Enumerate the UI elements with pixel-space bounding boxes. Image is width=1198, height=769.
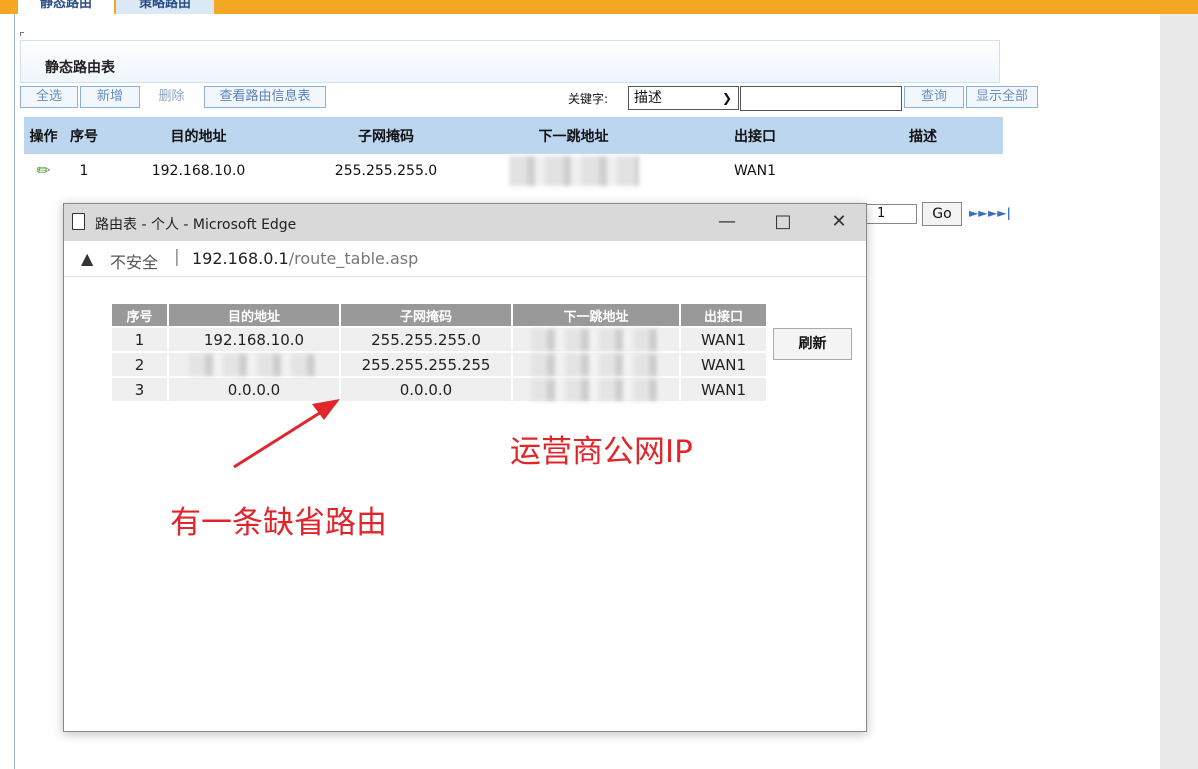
delete-button[interactable]: 删除	[143, 86, 200, 108]
next-page-icon[interactable]: ►►	[969, 206, 987, 220]
panel-title: 静态路由表	[45, 60, 115, 76]
route-table-popup-window: 路由表 - 个人 - Microsoft Edge — □ ✕ ▲ 不安全 | …	[63, 203, 867, 732]
keyword-input[interactable]	[740, 86, 902, 111]
pencil-edit-icon[interactable]: ✏	[36, 161, 50, 181]
view-route-info-button[interactable]: 查看路由信息表	[204, 86, 326, 108]
col-header-next-hop: 下一跳地址	[480, 117, 667, 154]
panel-header: 静态路由表	[20, 40, 1000, 83]
arrow-shaft	[233, 407, 327, 469]
annotation-arrow	[233, 399, 340, 469]
col-header-mask: 子网掩码	[292, 117, 480, 154]
col-header-action: 操作	[24, 117, 63, 154]
tab-policy-route-label: 策略路由	[138, 0, 191, 11]
col-header-iface: 出接口	[667, 117, 843, 154]
tab-static-route[interactable]: 静态路由	[18, 0, 114, 14]
chevron-down-icon: ❯	[721, 91, 732, 105]
redacted-next-hop	[508, 155, 639, 186]
row-desc	[843, 154, 1003, 187]
col-header-dest: 目的地址	[105, 117, 292, 154]
keyword-label: 关键字:	[568, 92, 609, 106]
annotation-isp-public-ip: 运营商公网IP	[510, 434, 693, 470]
edit-cell[interactable]: ✏	[24, 154, 63, 187]
keyword-select[interactable]: 描述 ❯	[628, 86, 739, 110]
row-dest: 192.168.10.0	[105, 154, 292, 187]
table-row: ✏ 1 192.168.10.0 255.255.255.0 WAN1	[24, 154, 1003, 187]
row-iface: WAN1	[667, 154, 843, 187]
annotation-default-route: 有一条缺省路由	[170, 505, 387, 541]
left-border	[14, 14, 15, 769]
corner-mark	[20, 32, 24, 36]
col-header-index: 序号	[63, 117, 105, 154]
go-button[interactable]: Go	[922, 202, 962, 226]
row-mask: 255.255.255.0	[292, 154, 480, 187]
last-page-icon[interactable]: ►►|	[988, 206, 1011, 220]
add-button[interactable]: 新增	[80, 86, 140, 108]
tab-policy-route[interactable]: 策略路由	[116, 0, 214, 14]
keyword-select-value: 描述	[634, 90, 662, 106]
table-header-row: 操作 序号 目的地址 子网掩码 下一跳地址 出接口 描述	[24, 117, 1003, 154]
row-next-hop	[480, 154, 667, 187]
page-number-input[interactable]: 1	[866, 204, 917, 224]
col-header-desc: 描述	[843, 117, 1003, 154]
right-margin	[1160, 14, 1198, 769]
row-index: 1	[63, 154, 105, 187]
show-all-button[interactable]: 显示全部	[966, 86, 1038, 108]
select-all-button[interactable]: 全选	[20, 86, 78, 108]
tab-static-route-label: 静态路由	[39, 0, 92, 11]
query-button[interactable]: 查询	[904, 86, 964, 108]
static-route-table: 操作 序号 目的地址 子网掩码 下一跳地址 出接口 描述 ✏ 1 192.168…	[24, 117, 1003, 187]
